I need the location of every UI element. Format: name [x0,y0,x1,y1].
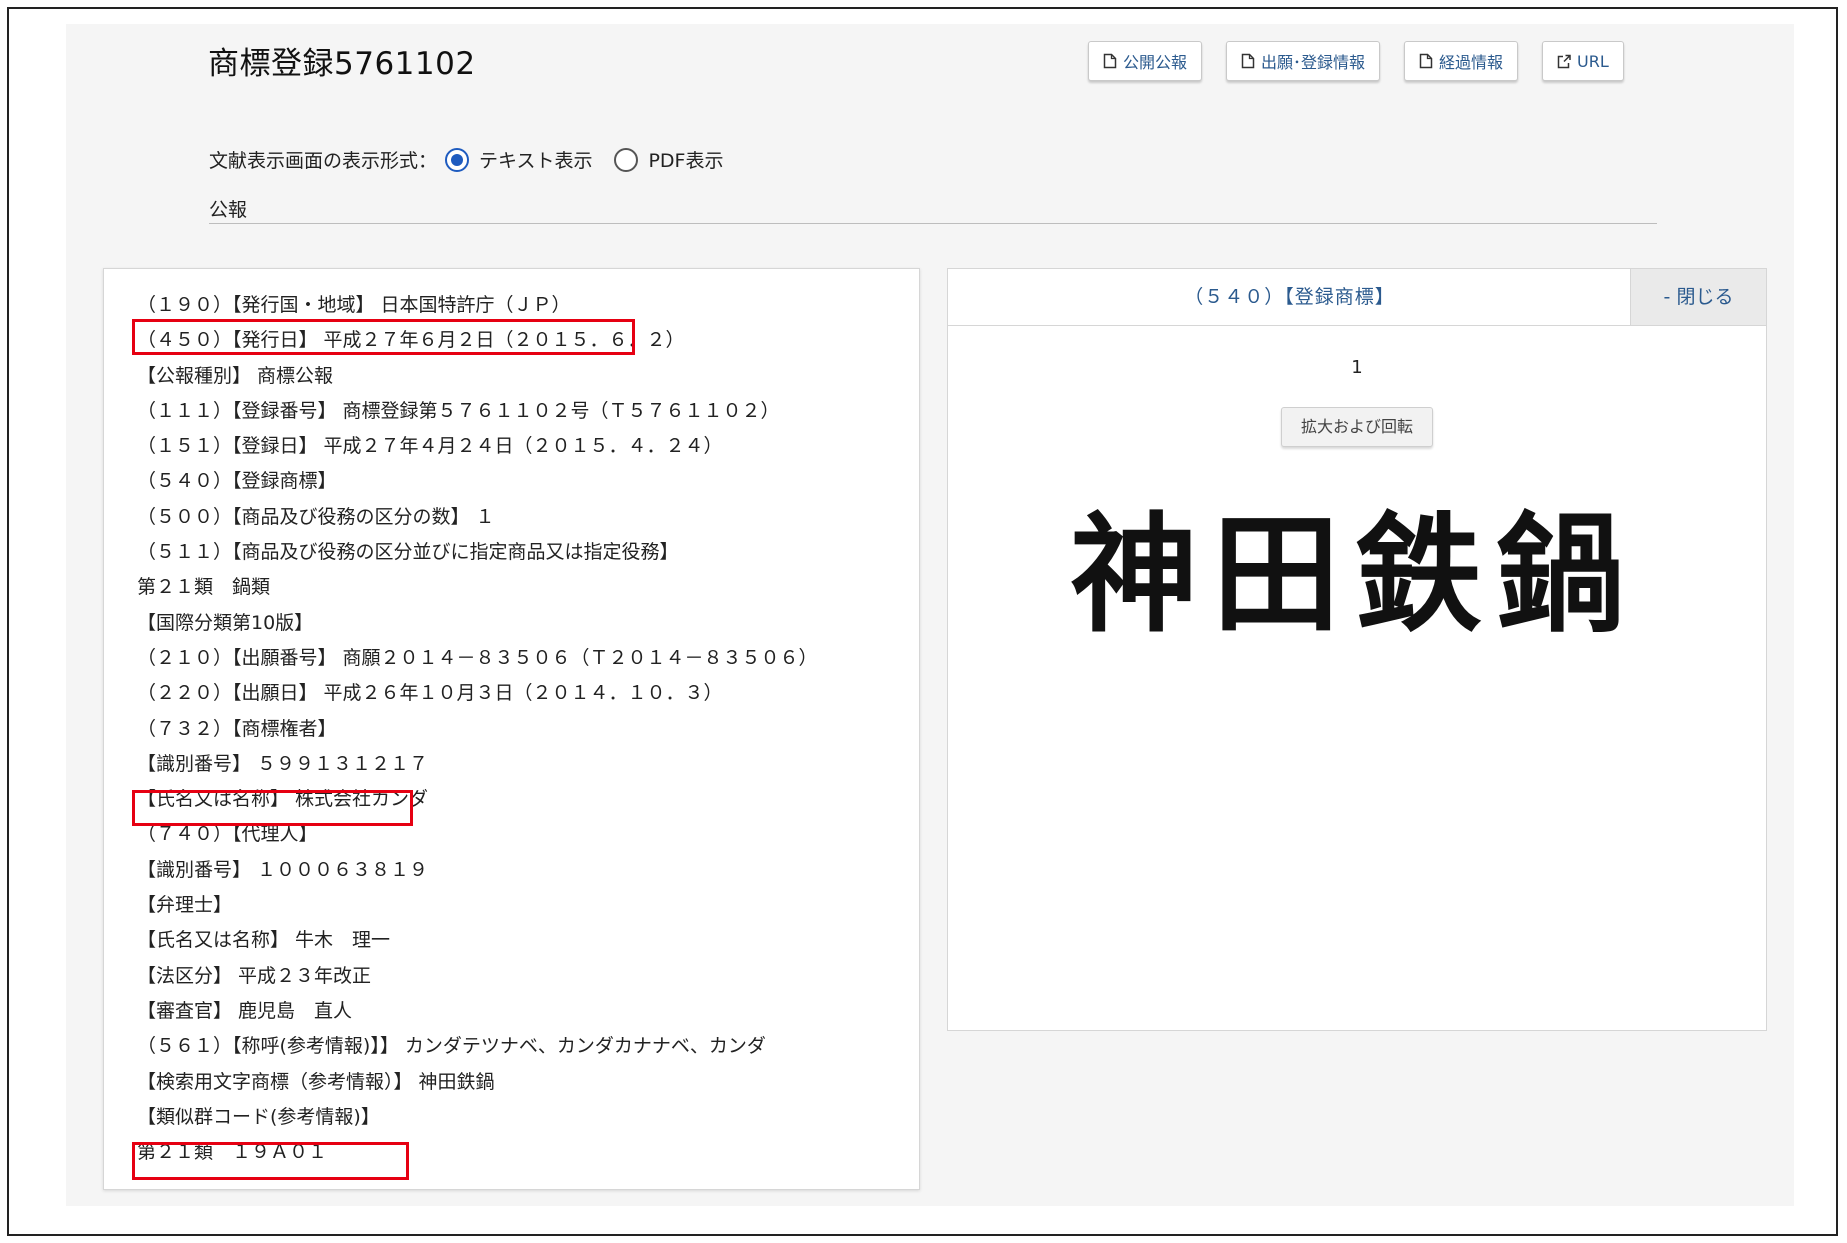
pdf-display-radio-label[interactable]: PDF表示 [648,146,723,173]
gazette-line: 【国際分類第10版】 [137,611,314,634]
gazette-line: 【氏名又は名称】 牛木 理一 [137,929,391,952]
gazette-line: （５００）【商品及び役務の区分の数】 １ [137,505,495,528]
gazette-line: （７３２）【商標権者】 [137,717,337,740]
toolbar: 公開公報 出願･登録情報 経過情報 URL [1088,41,1624,81]
gazette-line: 【識別番号】 １０００６３８１９ [137,858,429,881]
external-link-icon [1557,54,1571,69]
close-button[interactable]: - 閉じる [1630,269,1766,325]
zoom-rotate-button[interactable]: 拡大および回転 [1281,407,1433,447]
progress-info-button[interactable]: 経過情報 [1404,41,1519,81]
gazette-line: 第２１類 鍋類 [137,576,271,599]
gazette-text-panel: （１９０）【発行国・地域】 日本国特許庁（ＪＰ） （４５０）【発行日】 平成２７年… [103,268,920,1190]
highlight-box-issue-date [132,319,635,355]
text-display-radio-label[interactable]: テキスト表示 [479,146,592,173]
gazette-line: （１５１）【登録日】 平成２７年４月２４日（２０１５．４．２４） [137,435,723,458]
highlight-box-similar-group-code [132,1142,409,1180]
gazette-line: 【検索用文字商標（参考情報）】 神田鉄鍋 [137,1070,495,1093]
gazette-line: （１９０）【発行国・地域】 日本国特許庁（ＪＰ） [137,294,571,316]
text-display-radio[interactable] [445,147,470,172]
progress-info-label: 経過情報 [1439,53,1504,72]
preview-header: （５４０）【登録商標】 - 閉じる [948,269,1766,326]
trademark-image[interactable]: 神田鉄鍋 [1044,497,1664,647]
pdf-display-radio[interactable] [614,147,639,172]
trademark-preview-panel: （５４０）【登録商標】 - 閉じる 1 拡大および回転 神田鉄鍋 [947,268,1767,1031]
document-icon [1419,53,1433,69]
gazette-line: 【審査官】 鹿児島 直人 [137,999,353,1022]
document-page: 商標登録5761102 公開公報 出願･登録情報 経過情報 URL 文献表示画面… [66,24,1794,1206]
application-registration-info-label: 出願･登録情報 [1261,53,1366,72]
gazette-line: 【類似群コード(参考情報)】 [137,1105,380,1128]
publication-button-label: 公開公報 [1123,53,1188,72]
gazette-line: （５６１）【称呼(参考情報)】】 カンダテツナベ、カンダカナナベ、カンダ [137,1035,766,1058]
section-divider [209,223,1657,224]
display-format-label: 文献表示画面の表示形式： [209,150,438,172]
gazette-line: （５４０）【登録商標】 [137,470,337,493]
section-heading: 公報 [209,199,248,221]
gazette-line: （１１１）【登録番号】 商標登録第５７６１１０２号（Ｔ５７６１１０２） [137,399,780,422]
gazette-line: 【公報種別】 商標公報 [137,364,334,387]
document-icon [1103,53,1117,69]
preview-title: （５４０）【登録商標】 [1184,286,1395,308]
url-button[interactable]: URL [1542,41,1624,81]
gazette-line: 【識別番号】 ５９９１３１２１７ [137,752,429,775]
gazette-line: （２２０）【出願日】 平成２６年１０月３日（２０１４．１０．３） [137,682,723,705]
page-number: 1 [1351,357,1363,378]
trademark-mark-text: 神田鉄鍋 [1070,500,1638,647]
gazette-line: 【弁理士】 [137,894,233,917]
gazette-line: （５１１）【商品及び役務の区分並びに指定商品又は指定役務】 [137,541,679,564]
gazette-line: （２１０）【出願番号】 商願２０１４－８３５０６（Ｔ２０１４－８３５０６） [137,646,818,669]
display-format-selector: 文献表示画面の表示形式： テキスト表示 PDF表示 [209,146,737,173]
page-title: 商標登録5761102 [208,46,476,82]
url-button-label: URL [1577,51,1609,71]
highlight-box-owner-name [132,790,413,826]
screenshot-frame: 商標登録5761102 公開公報 出願･登録情報 経過情報 URL 文献表示画面… [7,7,1838,1236]
document-icon [1241,53,1255,69]
publication-button[interactable]: 公開公報 [1088,41,1203,81]
application-registration-info-button[interactable]: 出願･登録情報 [1226,41,1381,81]
gazette-text-lines: （１９０）【発行国・地域】 日本国特許庁（ＪＰ） （４５０）【発行日】 平成２７年… [137,288,818,1170]
gazette-line: 【法区分】 平成２３年改正 [137,964,372,987]
